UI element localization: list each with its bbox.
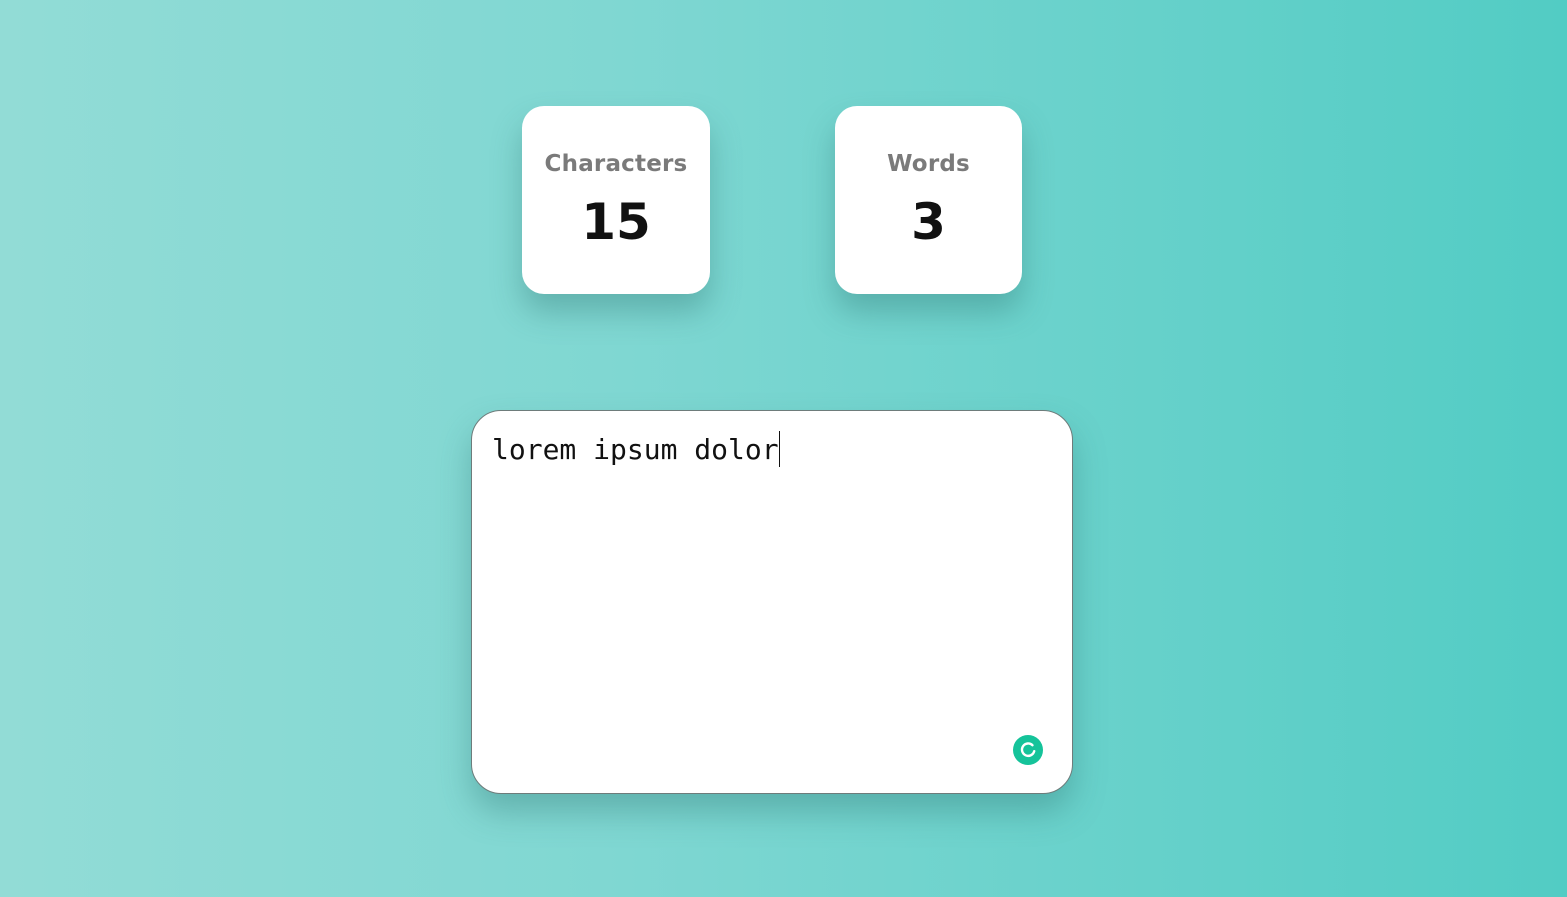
text-caret [778, 431, 780, 467]
characters-count: 15 [581, 193, 651, 251]
words-count: 3 [911, 193, 946, 251]
text-input-area[interactable]: lorem ipsum dolor [471, 410, 1073, 794]
typed-text: lorem ipsum dolor [492, 433, 779, 466]
characters-label: Characters [544, 151, 688, 177]
grammarly-glyph [1020, 742, 1036, 758]
words-label: Words [887, 151, 970, 177]
text-input-content[interactable]: lorem ipsum dolor [492, 431, 780, 469]
words-card: Words 3 [835, 106, 1022, 294]
grammarly-icon[interactable] [1013, 735, 1043, 765]
characters-card: Characters 15 [522, 106, 710, 294]
